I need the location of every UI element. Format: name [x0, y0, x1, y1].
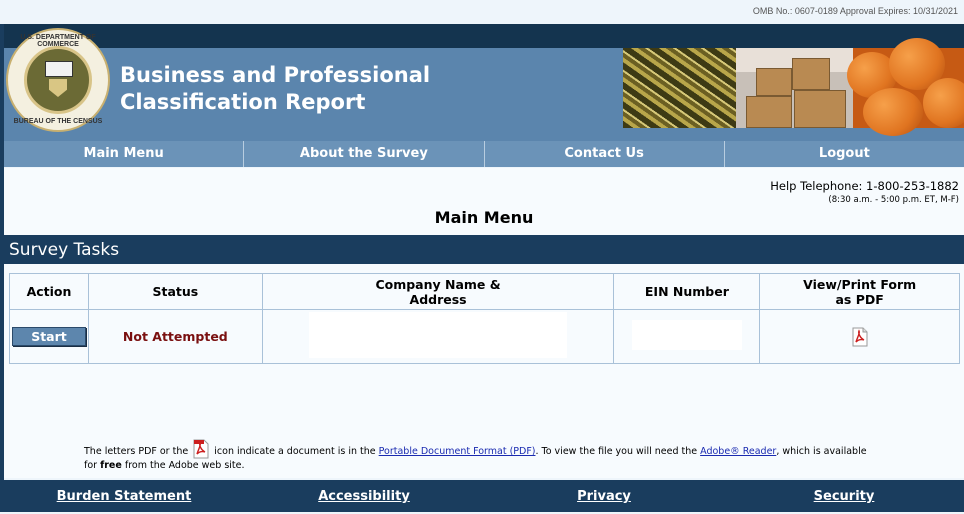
- col-header-company: Company Name & Address: [261, 273, 615, 310]
- help-hours: (8:30 a.m. - 5:00 p.m. ET, M-F): [828, 195, 959, 205]
- main-content: Help Telephone: 1-800-253-1882 (8:30 a.m…: [4, 168, 964, 478]
- census-seal-logo: U.S. DEPARTMENT OF COMMERCE BUREAU OF TH…: [6, 28, 110, 132]
- orange-shape: [923, 78, 964, 128]
- pdf-format-link[interactable]: Portable Document Format (PDF): [379, 446, 536, 457]
- footer-privacy-link[interactable]: Privacy: [484, 480, 724, 512]
- nav-main-menu[interactable]: Main Menu: [4, 141, 245, 167]
- note-text-2: icon indicate a document is in the: [214, 446, 376, 457]
- ein-redacted-box: [631, 320, 742, 350]
- header-top-strip: [4, 24, 964, 48]
- shield-icon: [49, 79, 67, 97]
- status-badge: Not Attempted: [122, 329, 228, 344]
- oranges-photo: [847, 38, 964, 136]
- nav-logout[interactable]: Logout: [725, 141, 964, 167]
- note-free-text: free: [100, 460, 122, 471]
- action-cell: Start: [9, 309, 89, 364]
- col-header-company-line1: Company Name &: [375, 276, 501, 292]
- help-telephone: Help Telephone: 1-800-253-1882: [770, 179, 959, 193]
- seal-emblem: [24, 46, 92, 114]
- section-bar: Survey Tasks: [4, 235, 964, 264]
- pdf-info-note: The letters PDF or the icon indicate a d…: [84, 439, 904, 472]
- note-text-4: , which is available: [776, 446, 867, 457]
- adobe-reader-link[interactable]: Adobe® Reader: [700, 446, 776, 457]
- company-redacted-box: [309, 312, 568, 358]
- status-cell: Not Attempted: [87, 309, 263, 364]
- ein-cell: [613, 309, 761, 364]
- box-shape: [746, 96, 792, 128]
- boxes-photo: [736, 48, 853, 128]
- site-title: Business and Professional Classification…: [120, 62, 540, 116]
- box-shape: [794, 90, 846, 128]
- start-button[interactable]: Start: [11, 327, 86, 346]
- box-shape: [756, 68, 792, 96]
- table-header-row: Action Status Company Name & Address EIN…: [9, 273, 960, 310]
- footer-burden-statement-link[interactable]: Burden Statement: [4, 480, 244, 512]
- col-header-pdf-line2: as PDF: [835, 291, 884, 307]
- table-row: Start Not Attempted: [9, 309, 960, 364]
- col-header-ein: EIN Number: [613, 273, 761, 310]
- col-header-status: Status: [87, 273, 263, 310]
- footer-accessibility-link[interactable]: Accessibility: [244, 480, 484, 512]
- nav-contact-us[interactable]: Contact Us: [485, 141, 725, 167]
- book-icon: [45, 61, 73, 77]
- main-nav: Main Menu About the Survey Contact Us Lo…: [4, 141, 964, 167]
- pdf-cell: [759, 309, 960, 364]
- footer-bar: Burden Statement Accessibility Privacy S…: [4, 480, 964, 512]
- note-text-5: for: [84, 460, 98, 471]
- col-header-company-line2: Address: [409, 291, 467, 307]
- box-shape: [792, 58, 830, 90]
- omb-approval-text: OMB No.: 0607-0189 Approval Expires: 10/…: [752, 6, 958, 16]
- omb-bar: OMB No.: 0607-0189 Approval Expires: 10/…: [0, 0, 964, 24]
- seal-bottom-text: BUREAU OF THE CENSUS: [13, 118, 103, 125]
- screws-photo: [623, 48, 736, 128]
- nav-about-survey[interactable]: About the Survey: [244, 141, 485, 167]
- orange-shape: [863, 88, 923, 136]
- col-header-action: Action: [9, 273, 89, 310]
- note-text-3: . To view the file you will need the: [535, 446, 698, 457]
- company-cell: [261, 309, 615, 364]
- note-text-1: The letters PDF or the: [84, 446, 189, 457]
- site-title-line2: Classification Report: [120, 90, 366, 114]
- pdf-icon: [193, 439, 209, 459]
- section-title: Survey Tasks: [9, 240, 120, 260]
- site-title-line1: Business and Professional: [120, 63, 431, 87]
- footer-security-link[interactable]: Security: [724, 480, 964, 512]
- pdf-icon[interactable]: [851, 327, 869, 347]
- page-title: Main Menu: [434, 208, 534, 227]
- note-text-6: from the Adobe web site.: [124, 460, 245, 471]
- survey-tasks-table: Action Status Company Name & Address EIN…: [9, 273, 960, 364]
- col-header-pdf-line1: View/Print Form: [803, 276, 917, 292]
- col-header-pdf: View/Print Form as PDF: [759, 273, 960, 310]
- header-banner: U.S. DEPARTMENT OF COMMERCE BUREAU OF TH…: [4, 24, 964, 141]
